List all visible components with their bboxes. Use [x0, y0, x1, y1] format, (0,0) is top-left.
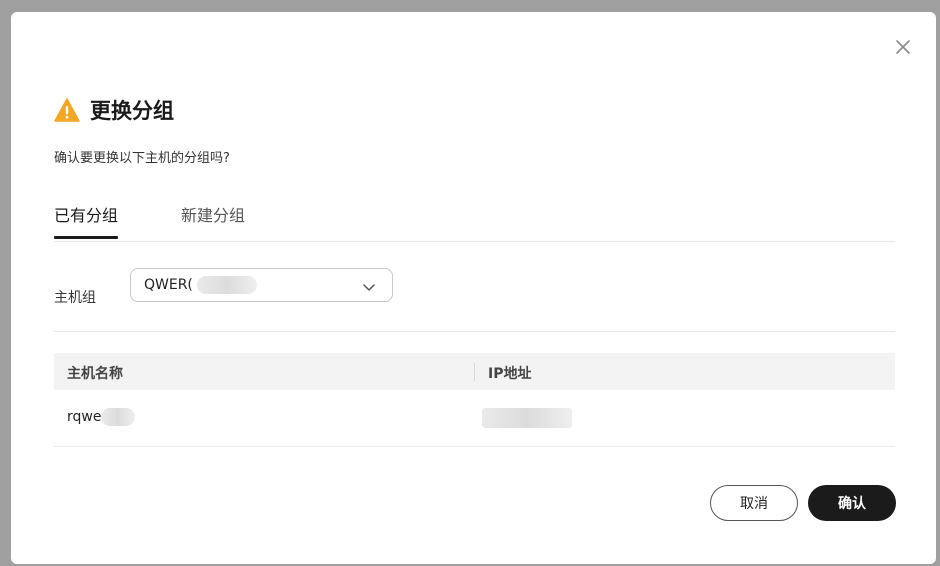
- chevron-down-icon: [362, 279, 376, 293]
- ip-cell: [482, 408, 572, 428]
- column-header-host-name: 主机名称: [67, 366, 123, 382]
- close-icon[interactable]: [893, 37, 913, 57]
- host-name-text: rqwe: [67, 409, 102, 425]
- host-name-cell: rqwe: [67, 408, 136, 426]
- dialog-title: 更换分组: [90, 99, 174, 123]
- redacted-text: [196, 276, 257, 294]
- dialog-header: 更换分组: [54, 95, 174, 125]
- tab-existing-group[interactable]: 已有分组: [54, 202, 119, 239]
- group-tabs: 已有分组 新建分组: [54, 202, 895, 242]
- column-header-ip: IP地址: [488, 366, 532, 382]
- host-table: 主机名称 IP地址 rqwe: [54, 353, 895, 447]
- host-group-select[interactable]: QWER(: [130, 268, 393, 302]
- table-row: rqwe: [54, 390, 895, 447]
- cancel-button[interactable]: 取消: [710, 485, 798, 521]
- change-group-dialog: 更换分组 确认要更换以下主机的分组吗? 已有分组 新建分组 主机组 QWER( …: [11, 12, 936, 564]
- dialog-subtitle: 确认要更换以下主机的分组吗?: [54, 151, 230, 166]
- column-separator: [474, 363, 475, 381]
- divider: [54, 331, 895, 332]
- host-group-value: QWER(: [144, 277, 193, 293]
- table-header: 主机名称 IP地址: [54, 353, 895, 390]
- redacted-ip: [482, 408, 572, 428]
- warning-icon: [54, 98, 80, 122]
- redacted-text: [101, 408, 136, 426]
- tab-new-group[interactable]: 新建分组: [181, 202, 245, 237]
- host-group-label: 主机组: [54, 290, 96, 306]
- confirm-button[interactable]: 确认: [808, 485, 896, 521]
